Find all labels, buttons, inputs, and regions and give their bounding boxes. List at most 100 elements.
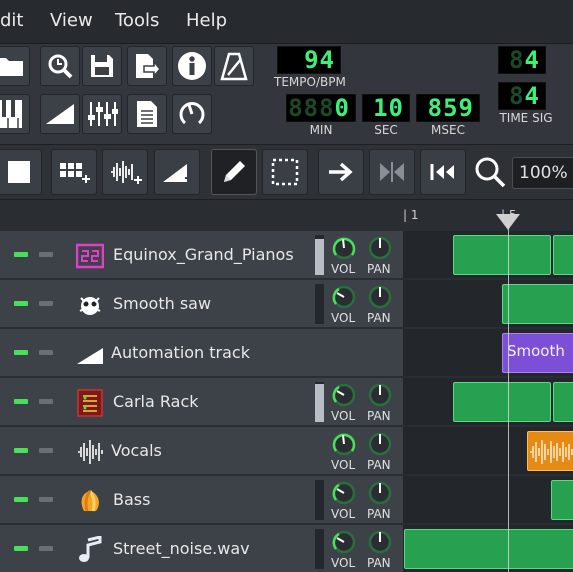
track-name[interactable]: Automation track	[111, 343, 250, 362]
solo-led[interactable]	[39, 546, 53, 551]
mute-led[interactable]	[14, 399, 28, 404]
mute-led[interactable]	[14, 301, 28, 306]
equinox-plugin-icon	[76, 243, 104, 269]
solo-led[interactable]	[39, 350, 53, 355]
sample-waveform-icon	[530, 440, 573, 464]
pattern-clip[interactable]	[553, 382, 573, 422]
solo-led[interactable]	[39, 252, 53, 257]
auto-scroll-button[interactable]	[318, 149, 364, 195]
menu-view[interactable]: View	[50, 10, 93, 31]
save-project-button[interactable]	[82, 46, 122, 86]
track-header[interactable]: Street_noise.wav VOL PAN	[0, 525, 403, 572]
pattern-clip[interactable]	[553, 235, 573, 275]
pan-label: PAN	[367, 262, 391, 276]
track-name[interactable]: Smooth saw	[113, 294, 211, 313]
track-header[interactable]: Automation track	[0, 329, 403, 377]
vol-knob-icon[interactable]	[331, 235, 357, 261]
automation-add-icon	[163, 164, 193, 182]
pan-knob-icon[interactable]	[367, 431, 393, 457]
pan-knob-icon[interactable]	[367, 284, 393, 310]
project-notes-button[interactable]	[127, 94, 167, 134]
stop-button[interactable]	[0, 149, 42, 195]
playhead-line	[508, 222, 509, 572]
timesig-numerator-lcd[interactable]: 84	[498, 46, 546, 74]
track-lane[interactable]	[403, 476, 573, 524]
sample-clip[interactable]	[527, 431, 573, 471]
info-button[interactable]	[172, 46, 212, 86]
track-lane[interactable]	[403, 231, 573, 279]
loop-points-icon	[380, 162, 404, 182]
menu-help[interactable]: Help	[186, 10, 227, 31]
track-lane[interactable]	[403, 378, 573, 426]
zoom-combobox[interactable]: 100%	[512, 157, 573, 189]
track-header[interactable]: Vocals VOL PAN	[0, 427, 403, 475]
mute-led[interactable]	[14, 497, 28, 502]
track-header[interactable]: Bass VOL PAN	[0, 476, 403, 524]
pattern-clip[interactable]	[551, 480, 573, 520]
mute-led[interactable]	[14, 350, 28, 355]
automation-clip[interactable]: Smooth	[502, 333, 573, 373]
menu-edit[interactable]: dit	[0, 10, 23, 31]
pan-label: PAN	[367, 409, 391, 423]
vol-knob-icon[interactable]	[331, 284, 357, 310]
piano-roll-button[interactable]	[0, 94, 30, 134]
vol-knob-icon[interactable]	[331, 382, 357, 408]
vol-label: VOL	[331, 262, 356, 276]
pattern-clip[interactable]	[453, 382, 551, 422]
track-name[interactable]: Carla Rack	[113, 392, 199, 411]
tempo-lcd[interactable]: 94	[277, 46, 341, 74]
track-header[interactable]: Equinox_Grand_Pianos VOL PAN	[0, 231, 403, 279]
pattern-clip[interactable]	[453, 235, 551, 275]
metronome-button[interactable]	[214, 46, 254, 86]
mute-led[interactable]	[14, 252, 28, 257]
timeline-ruler[interactable]: | 1 | 5	[0, 200, 573, 230]
track-name[interactable]: Equinox_Grand_Pianos	[113, 245, 294, 264]
add-automation-track-button[interactable]	[154, 149, 200, 195]
solo-led[interactable]	[39, 497, 53, 502]
draw-mode-button[interactable]	[211, 149, 257, 195]
stop-behaviour-button[interactable]	[420, 149, 466, 195]
track-name[interactable]: Street_noise.wav	[113, 539, 250, 558]
min-lcd-dim: 888	[288, 94, 335, 122]
sample-clip[interactable]	[404, 529, 573, 569]
controller-rack-button[interactable]	[172, 94, 212, 134]
select-mode-button[interactable]	[262, 149, 308, 195]
pan-knob-icon[interactable]	[367, 382, 393, 408]
pattern-clip[interactable]	[502, 284, 573, 324]
magnifier-icon	[473, 155, 507, 193]
vol-knob-icon[interactable]	[331, 529, 357, 555]
open-project-button[interactable]	[0, 46, 30, 86]
solo-led[interactable]	[39, 448, 53, 453]
pan-knob-icon[interactable]	[367, 235, 393, 261]
track-lane[interactable]: Smooth	[403, 329, 573, 377]
export-button[interactable]	[127, 46, 167, 86]
solo-led[interactable]	[39, 399, 53, 404]
add-beat-pattern-button[interactable]	[51, 149, 97, 195]
music-note-icon	[79, 536, 102, 562]
track-header[interactable]: Carla Rack VOL PAN	[0, 378, 403, 426]
solo-led[interactable]	[39, 301, 53, 306]
menu-tools[interactable]: Tools	[115, 10, 159, 31]
vol-knob-icon[interactable]	[331, 431, 357, 457]
track-lane[interactable]	[403, 427, 573, 475]
mute-led[interactable]	[14, 546, 28, 551]
track-header[interactable]: Smooth saw VOL PAN	[0, 280, 403, 328]
track-name[interactable]: Bass	[113, 490, 150, 509]
track-lane[interactable]	[403, 280, 573, 328]
min-label: MIN	[309, 123, 333, 137]
pan-knob-icon[interactable]	[367, 480, 393, 506]
track-lane[interactable]	[403, 525, 573, 572]
automation-editor-button[interactable]	[40, 94, 80, 134]
timesig-denominator-lcd[interactable]: 84	[498, 82, 546, 110]
track-name[interactable]: Vocals	[111, 441, 162, 460]
ruler-bar-1: | 1	[403, 208, 419, 222]
add-sample-track-button[interactable]	[102, 149, 148, 195]
recent-search-icon	[48, 54, 73, 79]
pan-knob-icon[interactable]	[367, 529, 393, 555]
mute-led[interactable]	[14, 448, 28, 453]
loop-points-button[interactable]	[369, 149, 415, 195]
vol-knob-icon[interactable]	[331, 480, 357, 506]
automation-icon	[77, 348, 103, 364]
recent-projects-button[interactable]	[40, 46, 80, 86]
mixer-button[interactable]	[82, 94, 122, 134]
